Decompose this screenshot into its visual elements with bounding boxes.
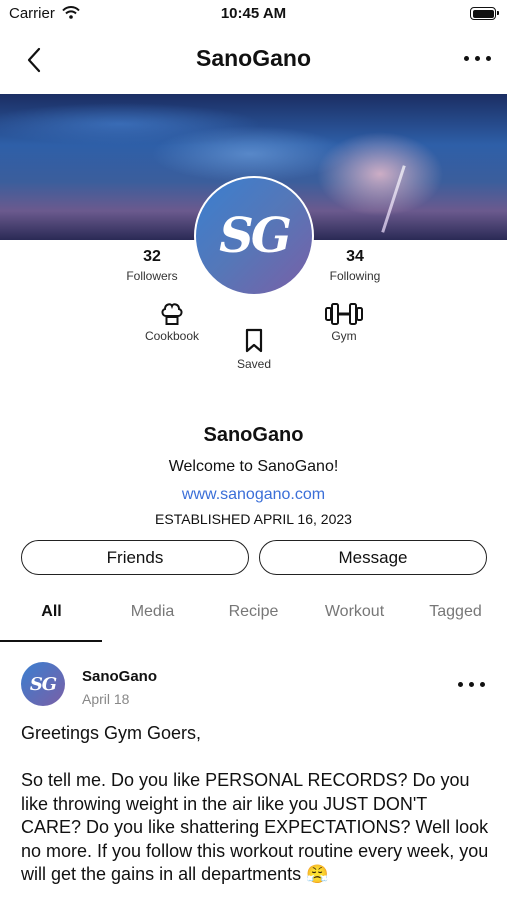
tab-media[interactable]: Media xyxy=(102,603,203,621)
nav-title: SanoGano xyxy=(195,45,311,71)
established-date: ESTABLISHED APRIL 16, 2023 xyxy=(155,511,352,527)
following-label[interactable]: Following xyxy=(310,269,400,283)
lightning-decoration xyxy=(381,165,406,233)
tab-recipe[interactable]: Recipe xyxy=(203,603,304,621)
battery-icon xyxy=(470,7,499,20)
post-author-avatar[interactable]: SG xyxy=(21,662,65,706)
followers-count[interactable]: 32 xyxy=(112,248,192,266)
following-count[interactable]: 34 xyxy=(315,248,395,266)
chef-hat-icon xyxy=(161,303,183,325)
status-bar: Carrier 10:45 AM xyxy=(0,0,507,28)
dumbbell-icon xyxy=(325,303,363,325)
profile-avatar[interactable]: SG xyxy=(194,176,314,296)
clock: 10:45 AM xyxy=(220,5,287,22)
tab-tagged[interactable]: Tagged xyxy=(405,603,506,621)
post-date: April 18 xyxy=(82,691,130,707)
profile-website-link[interactable]: www.sanogano.com xyxy=(0,486,507,504)
tab-workout[interactable]: Workout xyxy=(304,603,405,621)
saved-label: Saved xyxy=(236,357,272,371)
post-more-options-icon[interactable] xyxy=(458,678,486,692)
profile-bio: Welcome to SanoGano! xyxy=(168,458,339,475)
cookbook-button[interactable]: Cookbook xyxy=(126,300,218,345)
gym-button[interactable]: Gym xyxy=(298,300,390,345)
more-options-icon[interactable] xyxy=(464,52,492,66)
post-body-text: Greetings Gym Goers, So tell me. Do you … xyxy=(21,723,489,884)
gym-label: Gym xyxy=(331,329,357,343)
saved-button[interactable]: Saved xyxy=(208,328,300,373)
avatar-logo: SG xyxy=(219,208,292,264)
cookbook-label: Cookbook xyxy=(144,329,200,343)
profile-name: SanoGano xyxy=(203,424,304,446)
post-avatar-logo: SG xyxy=(29,673,57,695)
bookmark-icon xyxy=(245,328,263,353)
followers-label[interactable]: Followers xyxy=(107,269,197,283)
tab-all[interactable]: All xyxy=(1,603,102,621)
post-author-name[interactable]: SanoGano xyxy=(82,668,157,685)
friends-button[interactable]: Friends xyxy=(21,540,249,575)
active-tab-indicator xyxy=(0,640,102,642)
message-button[interactable]: Message xyxy=(259,540,487,575)
